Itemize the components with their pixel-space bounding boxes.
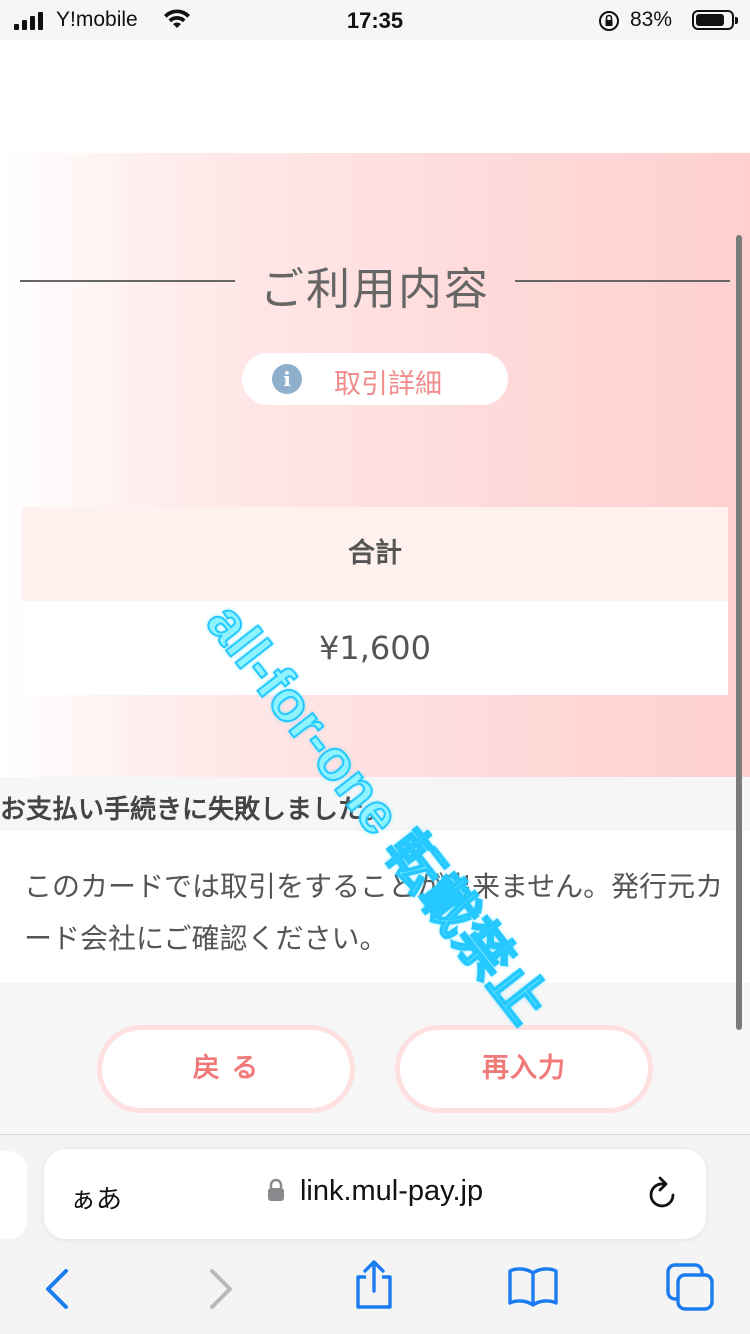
transaction-details-label: 取引詳細 [334, 369, 442, 400]
browser-toolbar [0, 1257, 750, 1327]
error-message: このカードでは取引をすることが出来ません。発行元カード会社にご確認ください。 [24, 870, 724, 955]
scrollbar[interactable] [736, 235, 742, 1030]
transaction-details-button[interactable]: i 取引詳細 [242, 353, 508, 405]
url-display[interactable]: link.mul-pay.jp [44, 1175, 706, 1208]
status-bar: Y!mobile 17:35 83% [0, 0, 750, 40]
error-section: お支払い手続きに失敗しました。 このカードでは取引をすることが出来ません。発行元… [0, 777, 750, 1134]
error-message-box: このカードでは取引をすることが出来ません。発行元カード会社にご確認ください。 [0, 831, 750, 983]
lock-icon [267, 1178, 285, 1206]
tabs-icon[interactable] [666, 1263, 716, 1315]
back-button[interactable]: 戻 る [97, 1025, 355, 1113]
reenter-button[interactable]: 再入力 [395, 1025, 653, 1113]
info-icon: i [272, 364, 302, 394]
battery-icon [692, 10, 738, 30]
title-divider-right [515, 280, 730, 282]
back-arrow-icon[interactable] [40, 1267, 76, 1315]
total-amount: ¥1,600 [22, 601, 728, 695]
usage-summary-section: ご利用内容 i 取引詳細 合計 ¥1,600 [0, 153, 750, 777]
page-title: ご利用内容 [260, 264, 490, 315]
bookmarks-icon[interactable] [506, 1265, 560, 1313]
browser-bottom-bar: ぁあ link.mul-pay.jp [0, 1135, 750, 1334]
previous-tab-preview[interactable] [0, 1151, 27, 1239]
url-text: link.mul-pay.jp [299, 1175, 484, 1207]
error-title: お支払い手続きに失敗しました。 [0, 795, 391, 825]
battery-percent: 83% [630, 8, 673, 31]
page-header-space [0, 40, 750, 153]
total-label: 合計 [22, 507, 728, 601]
orientation-lock-icon [598, 10, 620, 37]
forward-arrow-icon[interactable] [202, 1267, 238, 1315]
section-title-row: ご利用内容 [0, 253, 750, 315]
total-table: 合計 ¥1,600 [22, 507, 728, 695]
reload-icon[interactable] [646, 1175, 680, 1215]
share-icon[interactable] [352, 1259, 396, 1315]
title-divider-left [20, 280, 235, 282]
address-bar[interactable]: ぁあ link.mul-pay.jp [44, 1149, 706, 1239]
